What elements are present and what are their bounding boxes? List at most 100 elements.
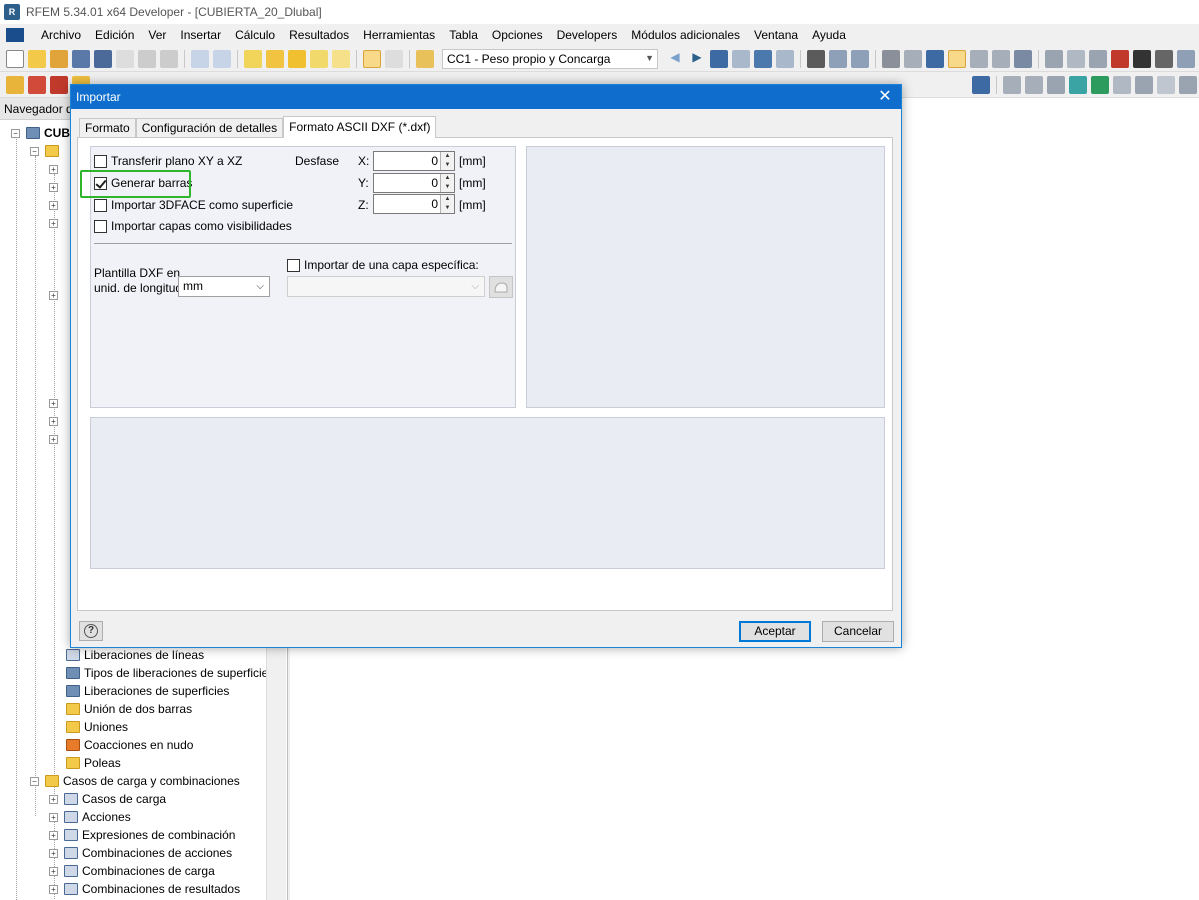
expand-icon[interactable]: + xyxy=(49,218,58,228)
solid-icon[interactable] xyxy=(1091,75,1109,94)
collapse-icon[interactable]: − xyxy=(30,776,39,786)
tree-item-two-member-connection[interactable]: Unión de dos barras xyxy=(66,700,192,718)
spin-up-icon[interactable]: ▲ xyxy=(441,174,454,183)
window-icon[interactable] xyxy=(332,49,350,68)
frame-view-icon[interactable] xyxy=(851,49,869,68)
guidelines-icon[interactable] xyxy=(970,49,988,68)
offset-z-spinner[interactable]: ▲ ▼ xyxy=(440,195,454,213)
ok-button[interactable]: Aceptar xyxy=(739,621,811,642)
redo-icon[interactable] xyxy=(213,49,231,68)
offset-y-spinner[interactable]: ▲ ▼ xyxy=(440,174,454,192)
tree-expander[interactable]: + xyxy=(49,214,64,232)
mirror-icon[interactable] xyxy=(1089,49,1107,68)
import-3dface-option[interactable]: Importar 3DFACE como superficie xyxy=(94,198,293,212)
menu-ayuda[interactable]: Ayuda xyxy=(805,28,853,42)
show-results-icon[interactable] xyxy=(754,49,772,68)
view-cube-icon[interactable] xyxy=(972,75,990,94)
offset-x-input[interactable]: 0 ▲ ▼ xyxy=(373,151,455,171)
expand-icon[interactable]: + xyxy=(49,416,58,426)
tree-item-pulleys[interactable]: Poleas xyxy=(66,754,121,772)
tree-expander[interactable]: + xyxy=(49,178,64,196)
spin-down-icon[interactable]: ▼ xyxy=(441,183,454,192)
tree-item-combination-expressions[interactable]: + Expresiones de combinación xyxy=(49,826,235,844)
save-icon[interactable] xyxy=(94,49,112,68)
menu-calculo[interactable]: Cálculo xyxy=(228,28,282,42)
spin-down-icon[interactable]: ▼ xyxy=(441,161,454,170)
offset-y-input[interactable]: 0 ▲ ▼ xyxy=(373,173,455,193)
transfer-plane-checkbox[interactable] xyxy=(94,154,107,168)
navigator-toggle-icon[interactable] xyxy=(363,49,381,68)
open-model-icon[interactable] xyxy=(50,49,68,68)
expand-icon[interactable]: + xyxy=(49,830,58,840)
tree-item-connections[interactable]: Uniones xyxy=(66,718,128,736)
open-folder-icon[interactable] xyxy=(28,49,46,68)
wireframe-icon[interactable] xyxy=(1135,75,1153,94)
previous-load-case-icon[interactable]: ◀ xyxy=(666,50,684,68)
select-layer-button[interactable] xyxy=(489,276,513,298)
tree-item-surface-releases[interactable]: Liberaciones de superficies xyxy=(66,682,229,700)
tab-formato[interactable]: Formato xyxy=(79,118,136,138)
tree-expander[interactable]: + xyxy=(49,430,64,448)
print-report-icon[interactable] xyxy=(160,49,178,68)
tree-node-folder[interactable]: − xyxy=(30,142,63,160)
binoculars-icon[interactable] xyxy=(807,49,825,68)
menu-ventana[interactable]: Ventana xyxy=(747,28,805,42)
collapse-icon[interactable]: − xyxy=(11,128,20,138)
tree-node-load-cases-combinations[interactable]: − Casos de carga y combinaciones xyxy=(30,772,240,790)
expand-icon[interactable]: + xyxy=(49,398,58,408)
edit-selection-icon[interactable] xyxy=(310,49,328,68)
menu-ver[interactable]: Ver xyxy=(141,28,173,42)
menu-tabla[interactable]: Tabla xyxy=(442,28,485,42)
result-values-icon[interactable] xyxy=(776,49,794,68)
menu-opciones[interactable]: Opciones xyxy=(485,28,550,42)
expand-icon[interactable]: + xyxy=(49,290,58,300)
offset-z-input[interactable]: 0 ▲ ▼ xyxy=(373,194,455,214)
table-toggle-icon[interactable] xyxy=(385,49,403,68)
tab-formato-dxf[interactable]: Formato ASCII DXF (*.dxf) xyxy=(283,116,437,138)
pencil-icon[interactable] xyxy=(244,49,262,68)
expand-icon[interactable]: + xyxy=(49,884,58,894)
hinge-icon[interactable] xyxy=(1179,75,1197,94)
undo-icon[interactable] xyxy=(191,49,209,68)
tree-item-actions[interactable]: + Acciones xyxy=(49,808,131,826)
print-preview-icon[interactable] xyxy=(116,49,134,68)
results-icon[interactable] xyxy=(710,49,728,68)
grid-icon[interactable] xyxy=(882,49,900,68)
expand-icon[interactable]: + xyxy=(49,848,58,858)
dot-grid-icon[interactable] xyxy=(904,49,922,68)
object-snap-icon[interactable] xyxy=(948,49,966,68)
tree-item-load-cases[interactable]: + Casos de carga xyxy=(49,790,166,808)
target-icon[interactable] xyxy=(288,49,306,68)
layout-icon[interactable] xyxy=(1157,75,1175,94)
import-layers-option[interactable]: Importar capas como visibilidades xyxy=(94,219,292,233)
tree-root[interactable]: − CUB xyxy=(11,124,70,142)
tree-item-result-combinations[interactable]: + Combinaciones de resultados xyxy=(49,880,240,898)
model-view-icon[interactable] xyxy=(829,49,847,68)
transfer-plane-option[interactable]: Transferir plano XY a XZ xyxy=(94,154,242,168)
show-values-icon[interactable] xyxy=(732,49,750,68)
tree-expander[interactable]: + xyxy=(49,394,64,412)
expand-icon[interactable]: + xyxy=(49,812,58,822)
offset-x-spinner[interactable]: ▲ ▼ xyxy=(440,152,454,170)
import-layers-checkbox[interactable] xyxy=(94,219,107,233)
load-case-icon[interactable] xyxy=(416,49,434,68)
menu-developers[interactable]: Developers xyxy=(550,28,625,42)
close-icon[interactable]: ✕ xyxy=(875,87,895,107)
tree-item-load-combinations[interactable]: + Combinaciones de carga xyxy=(49,862,215,880)
import-3dface-checkbox[interactable] xyxy=(94,198,107,212)
tree-item-action-combinations[interactable]: + Combinaciones de acciones xyxy=(49,844,232,862)
expand-icon[interactable]: + xyxy=(49,866,58,876)
save-all-icon[interactable] xyxy=(72,49,90,68)
search-model-icon[interactable] xyxy=(266,49,284,68)
workplane-icon[interactable] xyxy=(1014,49,1032,68)
spin-up-icon[interactable]: ▲ xyxy=(441,152,454,161)
help-button[interactable]: ? xyxy=(79,621,103,641)
cross-delete-icon[interactable] xyxy=(1111,49,1129,68)
dimensions-icon[interactable] xyxy=(992,49,1010,68)
settings-icon[interactable] xyxy=(1155,49,1173,68)
collapse-icon[interactable]: − xyxy=(30,146,39,156)
menu-herramientas[interactable]: Herramientas xyxy=(356,28,442,42)
load-case-selector[interactable]: CC1 - Peso propio y Concarga ▼ xyxy=(442,48,658,69)
template-unit-select[interactable]: mm ⌵ xyxy=(178,276,270,297)
line-icon[interactable] xyxy=(28,75,46,94)
